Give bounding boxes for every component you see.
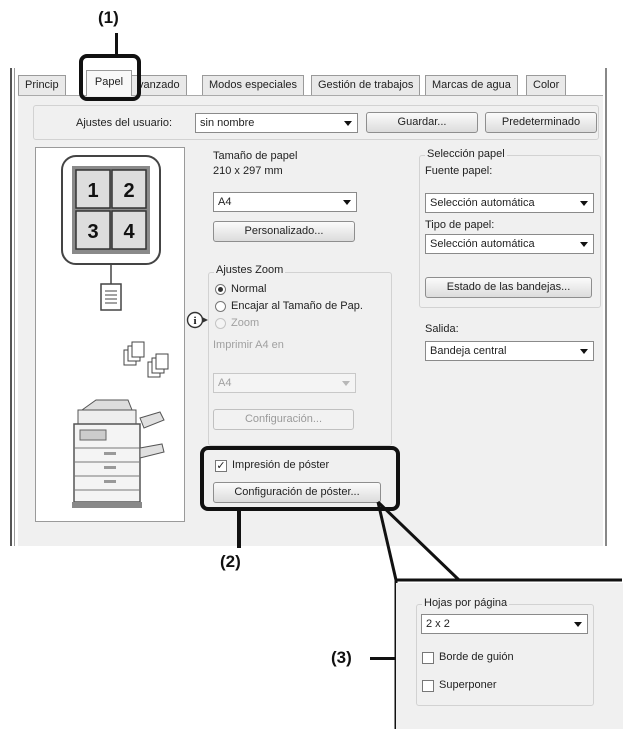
overlap-label: Superponer bbox=[439, 679, 497, 691]
chevron-down-icon bbox=[574, 622, 582, 627]
sheets-per-page-title: Hojas por página bbox=[422, 597, 510, 609]
sheets-per-page-select[interactable]: 2 x 2 bbox=[421, 614, 588, 634]
overlap-checkbox[interactable] bbox=[422, 680, 434, 692]
callout-2-highlight bbox=[200, 446, 400, 511]
sheets-per-page-value: 2 x 2 bbox=[426, 618, 450, 630]
dashed-border-checkbox[interactable] bbox=[422, 652, 434, 664]
callout-3: (3) bbox=[331, 648, 352, 667]
callout-1-highlight bbox=[79, 54, 141, 101]
callout-3-leader bbox=[370, 657, 396, 660]
dashed-border-label: Borde de guión bbox=[439, 651, 514, 663]
